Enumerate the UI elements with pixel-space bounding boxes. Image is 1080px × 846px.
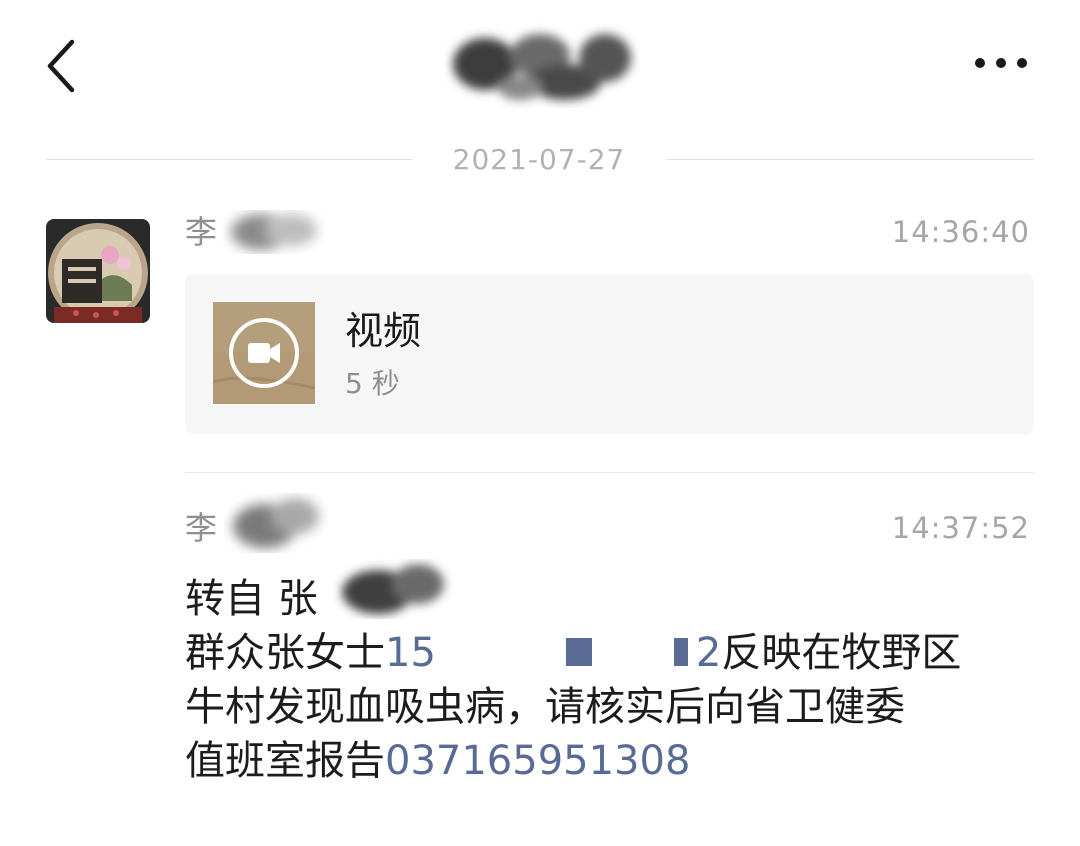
message-text: 转自 张 群众张女士15 2反映在牧野区 牛村发现血吸虫病，请核实后向省卫健委 值… [185, 564, 1045, 788]
avatar[interactable] [46, 219, 150, 323]
message-header: 李 14:36:40 [185, 212, 1034, 252]
message-time: 14:37:52 [891, 511, 1030, 545]
date-label: 2021-07-27 [452, 143, 626, 176]
chat-title-redacted [445, 18, 640, 108]
video-message-card[interactable]: 视频 5 秒 [185, 274, 1034, 434]
message-line-text: 牛村发现血吸虫病，请核实后向省卫健委 [185, 684, 905, 730]
message-line-text: 群众张女士 [185, 630, 385, 676]
video-thumbnail [213, 302, 315, 404]
sender-name: 李 [185, 213, 218, 251]
message-line: 群众张女士15 2反映在牧野区 [185, 626, 1045, 680]
message-line: 转自 张 [185, 564, 1045, 626]
message-time: 14:36:40 [891, 215, 1030, 249]
video-camera-icon [248, 343, 280, 363]
sender-name-redacted [233, 498, 319, 548]
sender-name: 李 [185, 509, 218, 547]
phone-link-start[interactable]: 15 [385, 630, 436, 676]
phone-link[interactable]: 037165951308 [385, 738, 690, 784]
ellipsis-horizontal-icon [975, 58, 1027, 68]
phone-redacted [436, 632, 696, 672]
message-line-text: 值班室报告 [185, 738, 385, 784]
divider-line [666, 159, 1034, 160]
name-redacted [342, 564, 444, 614]
sender-name-redacted [231, 214, 317, 250]
message-line-text: 反映在牧野区 [721, 630, 962, 676]
chevron-left-icon [47, 39, 75, 93]
more-options-button[interactable] [968, 45, 1034, 81]
message-line: 牛村发现血吸虫病，请核实后向省卫健委 [185, 680, 1045, 734]
video-duration: 5 秒 [345, 367, 400, 400]
divider-line [46, 159, 412, 160]
back-button[interactable] [38, 36, 88, 96]
message-divider [185, 472, 1034, 473]
message-line-text: 转自 张 [185, 576, 318, 622]
date-divider: 2021-07-27 [46, 140, 1034, 180]
video-title: 视频 [345, 309, 422, 353]
phone-link-end[interactable]: 2 [696, 630, 721, 676]
chat-header [0, 0, 1080, 130]
message-header: 李 14:37:52 [185, 498, 1034, 548]
message-line: 值班室报告037165951308 [185, 734, 1045, 788]
